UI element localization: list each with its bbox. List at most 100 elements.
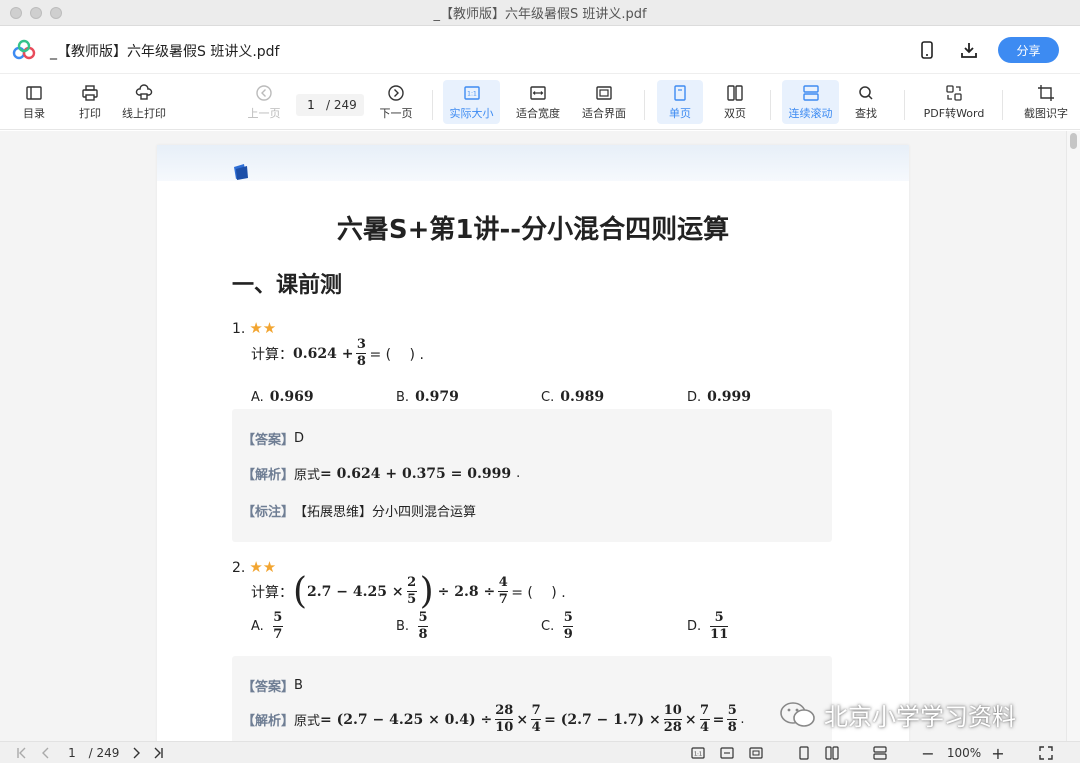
fraction: 47 (498, 575, 509, 607)
q2-answer-box: 【答案】 B 【解析】 原式 = (2.7 − 4.25 × 0.4) ÷ 28 10… (232, 656, 832, 741)
actual-size-label: 实际大小 (449, 106, 494, 120)
fullscreen-icon (1039, 746, 1053, 760)
status-fit-width-button[interactable] (719, 745, 735, 761)
book-logo-icon (234, 164, 248, 180)
status-fit-page-button[interactable] (748, 745, 764, 761)
download-icon[interactable] (958, 39, 980, 61)
close-window-button[interactable] (10, 7, 22, 19)
status-actual-size-button[interactable]: 1:1 (690, 745, 706, 761)
fullscreen-button[interactable] (1038, 745, 1054, 761)
watermark-text: 北京小学学习资料 (824, 703, 1016, 731)
question-2-prompt: 计算： ( 2.7 − 4.25 × 25 ) ÷ 2.8 ÷ 47 = ( )… (251, 570, 566, 612)
q2-option-b: B. 5 8 (396, 610, 429, 642)
pdf-to-word-button[interactable]: PDF转Word (918, 80, 990, 124)
toc-button[interactable]: 目录 (14, 80, 54, 124)
ocr-button[interactable]: 截图识字 (1016, 80, 1076, 124)
scrollbar-thumb[interactable] (1070, 133, 1077, 149)
zoom-out-button[interactable]: − (920, 744, 936, 763)
vertical-scrollbar[interactable] (1066, 131, 1080, 741)
question-1-number: 1. ★★ (232, 319, 277, 337)
pdf-to-word-label: PDF转Word (923, 106, 985, 120)
section-heading: 一、课前测 (232, 273, 343, 298)
fit-page-label: 适合界面 (582, 106, 626, 120)
page-number-field[interactable]: 1 / 249 (296, 94, 364, 116)
chevron-right-icon (133, 747, 140, 759)
document-viewport[interactable]: 六暑S+第1讲--分小混合四则运算 一、课前测 1. ★★ 计算： 0.624 +… (0, 131, 1080, 741)
status-continuous-scroll-button[interactable] (872, 745, 888, 761)
next-page-button[interactable]: 下一页 (374, 80, 418, 124)
fit-width-icon (530, 85, 546, 100)
fit-page-button[interactable]: 适合界面 (576, 80, 632, 124)
single-page-icon (674, 84, 686, 101)
double-page-icon (825, 746, 839, 760)
next-page-small-button[interactable] (128, 745, 144, 761)
find-button[interactable]: 查找 (846, 80, 886, 124)
single-page-icon (799, 746, 809, 760)
fit-width-icon (720, 747, 734, 759)
current-page-input[interactable]: 1 (296, 98, 326, 112)
zoom-in-button[interactable]: + (990, 744, 1006, 763)
q1-option-a: A. 0.969 (251, 389, 314, 405)
q2-option-c: C. 5 9 (541, 610, 574, 642)
ocr-label: 截图识字 (1024, 106, 1068, 120)
online-print-button[interactable]: 线上打印 (116, 80, 172, 124)
next-page-label: 下一页 (379, 106, 413, 120)
toolbar-divider (904, 90, 905, 120)
toolbar-divider (770, 90, 771, 120)
status-bar: 1 / 249 1:1 − 100% + (0, 741, 1080, 763)
page-header-band (157, 145, 909, 181)
fit-width-label: 适合宽度 (516, 106, 560, 120)
status-single-page-button[interactable] (796, 745, 812, 761)
cloud-print-icon (135, 83, 153, 100)
main-toolbar: 目录 打印 线上打印 上一页 下一页 1:1 实际大小 适合宽度 适合界面 单页… (0, 74, 1080, 130)
mobile-device-icon[interactable] (916, 39, 938, 61)
crop-icon (1038, 84, 1054, 101)
minimize-window-button[interactable] (30, 7, 42, 19)
search-icon (859, 85, 873, 100)
zoom-window-button[interactable] (50, 7, 62, 19)
sidebar-icon (26, 85, 42, 100)
window-title: _【教师版】六年级暑假S 班讲义.pdf (433, 7, 647, 22)
fit-width-button[interactable]: 适合宽度 (510, 80, 566, 124)
app-header: _【教师版】六年级暑假S 班讲义.pdf 分享 (0, 26, 1080, 74)
status-double-page-button[interactable] (824, 745, 840, 761)
q1-answer: 【答案】 D (242, 431, 305, 448)
svg-text:1:1: 1:1 (467, 90, 477, 97)
continuous-scroll-button[interactable]: 连续滚动 (782, 80, 839, 124)
question-1-prompt: 计算： 0.624 + 38 = ( ) . (251, 337, 424, 369)
difficulty-stars: ★★ (249, 319, 277, 337)
last-page-button[interactable] (150, 745, 166, 761)
actual-size-icon: 1:1 (463, 85, 480, 100)
prev-page-small-button[interactable] (38, 745, 54, 761)
single-page-button[interactable]: 单页 (657, 80, 703, 124)
continuous-scroll-icon (873, 746, 887, 760)
fraction: 38 (356, 337, 367, 369)
app-logo-icon (12, 39, 36, 60)
chevron-left-circle-icon (256, 84, 272, 101)
prev-page-button[interactable]: 上一页 (244, 80, 284, 124)
print-button[interactable]: 打印 (70, 80, 110, 124)
window-controls[interactable] (10, 7, 62, 19)
find-label: 查找 (855, 106, 877, 120)
double-page-button[interactable]: 双页 (713, 80, 757, 124)
chevron-left-icon (42, 747, 49, 759)
status-current-page[interactable]: 1 (64, 745, 80, 761)
question-2-number: 2. ★★ (232, 558, 277, 576)
share-button[interactable]: 分享 (998, 37, 1059, 63)
q2-analysis: 【解析】 原式 = (2.7 − 4.25 × 0.4) ÷ 28 10 × 74 … (242, 703, 745, 735)
chevron-right-circle-icon (388, 84, 404, 101)
q2-option-a: A. 5 7 (251, 610, 283, 642)
actual-size-icon: 1:1 (691, 747, 705, 759)
first-page-icon (17, 747, 26, 759)
difficulty-stars: ★★ (249, 558, 277, 576)
document-title: 六暑S+第1讲--分小混合四则运算 (336, 215, 730, 245)
toolbar-divider (1002, 90, 1003, 120)
continuous-scroll-label: 连续滚动 (788, 106, 833, 120)
double-page-label: 双页 (724, 106, 746, 120)
q1-option-b: B. 0.979 (396, 389, 459, 405)
first-page-button[interactable] (14, 745, 30, 761)
q2-answer: 【答案】 B (242, 678, 303, 695)
fraction: 25 (406, 575, 417, 607)
zoom-level[interactable]: 100% (944, 745, 984, 761)
actual-size-button[interactable]: 1:1 实际大小 (443, 80, 500, 124)
